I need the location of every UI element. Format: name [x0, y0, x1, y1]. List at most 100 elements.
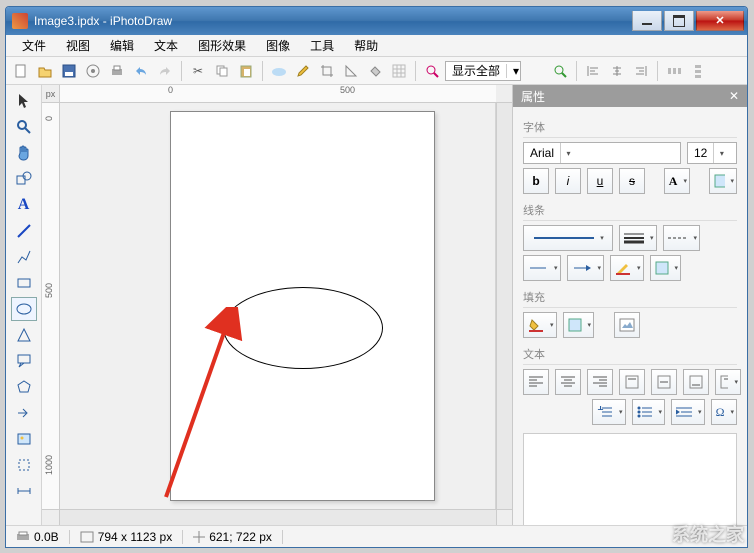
align-left-icon[interactable]: [582, 60, 604, 82]
align-bottom-button[interactable]: [683, 369, 709, 395]
print-icon[interactable]: [106, 60, 128, 82]
align-center-button[interactable]: [555, 369, 581, 395]
font-color-button[interactable]: A: [664, 168, 690, 194]
search-icon[interactable]: [549, 60, 571, 82]
close-panel-icon[interactable]: ✕: [729, 89, 739, 103]
crop-icon[interactable]: [316, 60, 338, 82]
crop-region-tool[interactable]: [11, 453, 37, 477]
new-file-icon[interactable]: [10, 60, 32, 82]
undo-icon[interactable]: [130, 60, 152, 82]
callout-tool[interactable]: [11, 349, 37, 373]
distribute-v-icon[interactable]: [687, 60, 709, 82]
list-bullet-combo[interactable]: [632, 399, 666, 425]
pencil-icon[interactable]: [292, 60, 314, 82]
menu-image[interactable]: 图像: [256, 35, 300, 56]
image-tool[interactable]: [11, 427, 37, 451]
distribute-h-icon[interactable]: [663, 60, 685, 82]
app-window: Image3.ipdx - iPhotoDraw 文件 视图 编辑 文本 图形效…: [5, 6, 748, 548]
save-icon[interactable]: [58, 60, 80, 82]
bold-button[interactable]: b: [523, 168, 549, 194]
zoom-icon[interactable]: [421, 60, 443, 82]
horizontal-ruler[interactable]: 0 500: [60, 85, 496, 103]
list-numbered-combo[interactable]: 1: [592, 399, 626, 425]
main-toolbar: ✂ 显示全部 ▾: [6, 57, 747, 85]
shapes-tool[interactable]: [11, 167, 37, 191]
italic-button[interactable]: i: [555, 168, 581, 194]
line-style-combo[interactable]: [523, 225, 613, 251]
zoom-value: 显示全部: [446, 62, 506, 79]
underline-button[interactable]: u: [587, 168, 613, 194]
titlebar: Image3.ipdx - iPhotoDraw: [6, 7, 747, 35]
bucket-icon[interactable]: [364, 60, 386, 82]
group-fill-label: 填充: [523, 289, 737, 308]
arrow-start-combo[interactable]: [523, 255, 561, 281]
magnifier-tool[interactable]: [11, 115, 37, 139]
polyline-tool[interactable]: [11, 245, 37, 269]
text-tool[interactable]: A: [11, 193, 37, 217]
properties-panel: 属性 ✕ 字体 Arial▾ 12▾ b i u s A: [512, 85, 747, 525]
ellipse-tool[interactable]: [11, 297, 37, 321]
arrow-tool[interactable]: [11, 401, 37, 425]
align-right-button[interactable]: [587, 369, 613, 395]
grid-icon[interactable]: [388, 60, 410, 82]
maximize-button[interactable]: [664, 11, 694, 31]
hand-tool[interactable]: [11, 141, 37, 165]
menu-text[interactable]: 文本: [144, 35, 188, 56]
canvas-area: px 0 500 0 500 1000: [42, 85, 512, 525]
fill-pattern-combo[interactable]: [563, 312, 595, 338]
font-size-combo[interactable]: 12▾: [687, 142, 737, 164]
line-pattern-combo[interactable]: [650, 255, 682, 281]
line-dash-combo[interactable]: [663, 225, 701, 251]
vertical-ruler[interactable]: 0 500 1000: [42, 103, 60, 509]
triangle-tool[interactable]: [11, 323, 37, 347]
fill-color-combo[interactable]: [523, 312, 557, 338]
menu-file[interactable]: 文件: [12, 35, 56, 56]
menu-shape-effects[interactable]: 图形效果: [188, 35, 256, 56]
align-center-icon[interactable]: [606, 60, 628, 82]
menu-tools[interactable]: 工具: [300, 35, 344, 56]
status-dimensions: 794 x 1123 px: [70, 530, 184, 544]
line-color-combo[interactable]: [610, 255, 644, 281]
dimension-tool[interactable]: [11, 479, 37, 503]
line-weight-combo[interactable]: [619, 225, 657, 251]
strike-button[interactable]: s: [619, 168, 645, 194]
rectangle-tool[interactable]: [11, 271, 37, 295]
angle-icon[interactable]: [340, 60, 362, 82]
app-icon: [12, 13, 28, 29]
disc-icon[interactable]: [82, 60, 104, 82]
line-tool[interactable]: [11, 219, 37, 243]
indent-combo[interactable]: [671, 399, 705, 425]
align-top-button[interactable]: [619, 369, 645, 395]
redo-icon[interactable]: [154, 60, 176, 82]
paste-icon[interactable]: [235, 60, 257, 82]
menu-help[interactable]: 帮助: [344, 35, 388, 56]
menu-edit[interactable]: 编辑: [100, 35, 144, 56]
document-page[interactable]: [170, 111, 435, 501]
pointer-tool[interactable]: [11, 89, 37, 113]
canvas[interactable]: [60, 103, 496, 509]
open-file-icon[interactable]: [34, 60, 56, 82]
status-print-icon[interactable]: 0.0B: [6, 530, 70, 544]
fill-image-button[interactable]: [614, 312, 640, 338]
font-name-combo[interactable]: Arial▾: [523, 142, 681, 164]
text-direction-combo[interactable]: [715, 369, 741, 395]
vertical-scrollbar[interactable]: [496, 103, 512, 509]
cut-icon[interactable]: ✂: [187, 60, 209, 82]
symbol-combo[interactable]: Ω: [711, 399, 737, 425]
minimize-button[interactable]: [632, 11, 662, 31]
chevron-down-icon[interactable]: ▾: [506, 64, 520, 78]
cloud-icon[interactable]: [268, 60, 290, 82]
menu-view[interactable]: 视图: [56, 35, 100, 56]
arrow-end-combo[interactable]: [567, 255, 605, 281]
polygon-tool[interactable]: [11, 375, 37, 399]
window-buttons: [630, 11, 744, 31]
align-left-button[interactable]: [523, 369, 549, 395]
horizontal-scrollbar[interactable]: [60, 509, 496, 525]
copy-icon[interactable]: [211, 60, 233, 82]
ellipse-shape[interactable]: [223, 287, 383, 369]
zoom-combo[interactable]: 显示全部 ▾: [445, 61, 521, 81]
align-middle-button[interactable]: [651, 369, 677, 395]
highlight-color-button[interactable]: [709, 168, 737, 194]
close-button[interactable]: [696, 11, 744, 31]
align-right-icon[interactable]: [630, 60, 652, 82]
